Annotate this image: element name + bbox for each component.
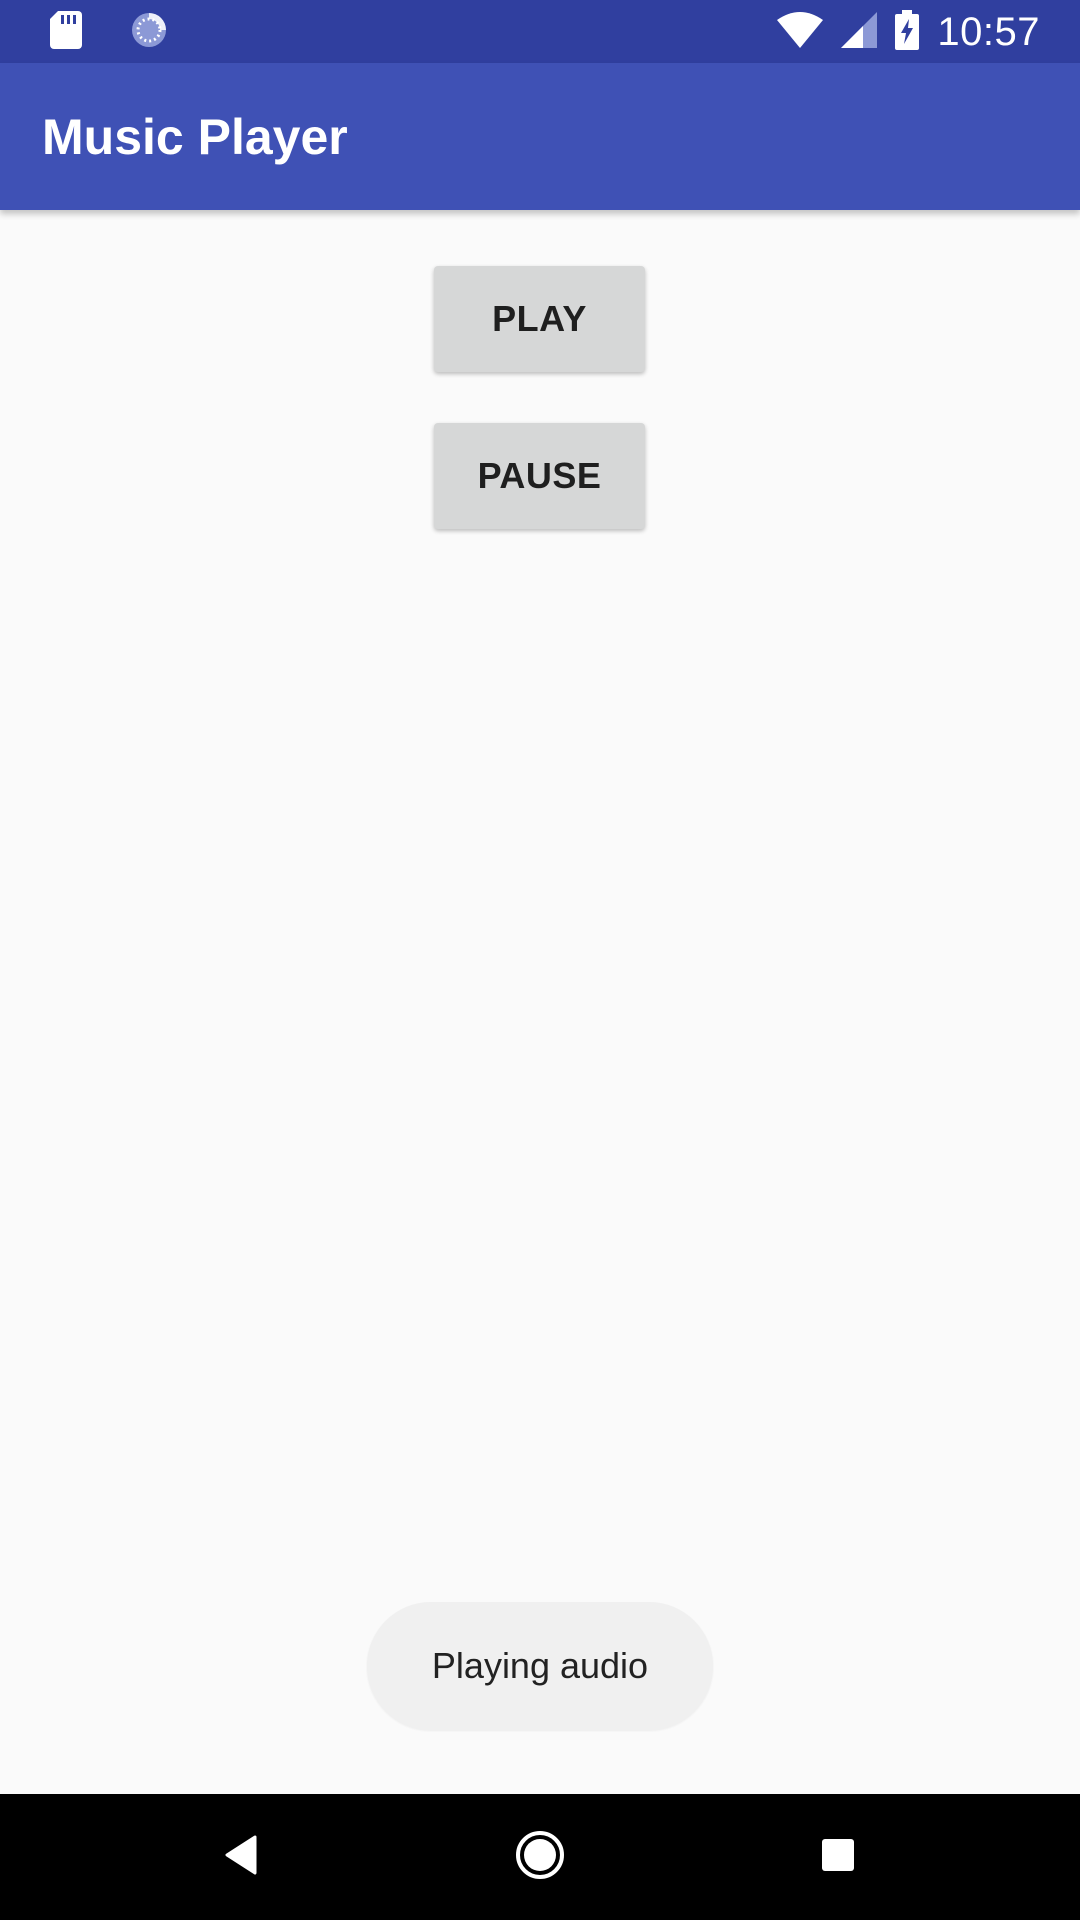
back-button[interactable] [211, 1827, 271, 1887]
battery-charging-icon [895, 9, 920, 55]
toast-message: Playing audio [367, 1602, 713, 1730]
app-bar: Music Player [0, 63, 1080, 210]
home-icon [514, 1829, 566, 1886]
navigation-bar [0, 1794, 1080, 1920]
status-left-icons [50, 10, 168, 54]
app-title: Music Player [42, 109, 348, 165]
status-time: 10:57 [937, 10, 1040, 54]
sd-card-icon [50, 10, 82, 54]
play-button[interactable]: PLAY [434, 266, 645, 372]
home-button[interactable] [510, 1827, 570, 1887]
pause-button[interactable]: PAUSE [434, 423, 645, 529]
recents-button[interactable] [808, 1827, 868, 1887]
recents-icon [821, 1838, 855, 1877]
back-icon [223, 1835, 259, 1880]
status-right-icons: 10:57 [777, 8, 1040, 56]
status-bar: 10:57 [0, 0, 1080, 63]
sync-icon [130, 11, 168, 54]
cell-signal-icon [841, 11, 878, 53]
wifi-icon [777, 11, 824, 53]
